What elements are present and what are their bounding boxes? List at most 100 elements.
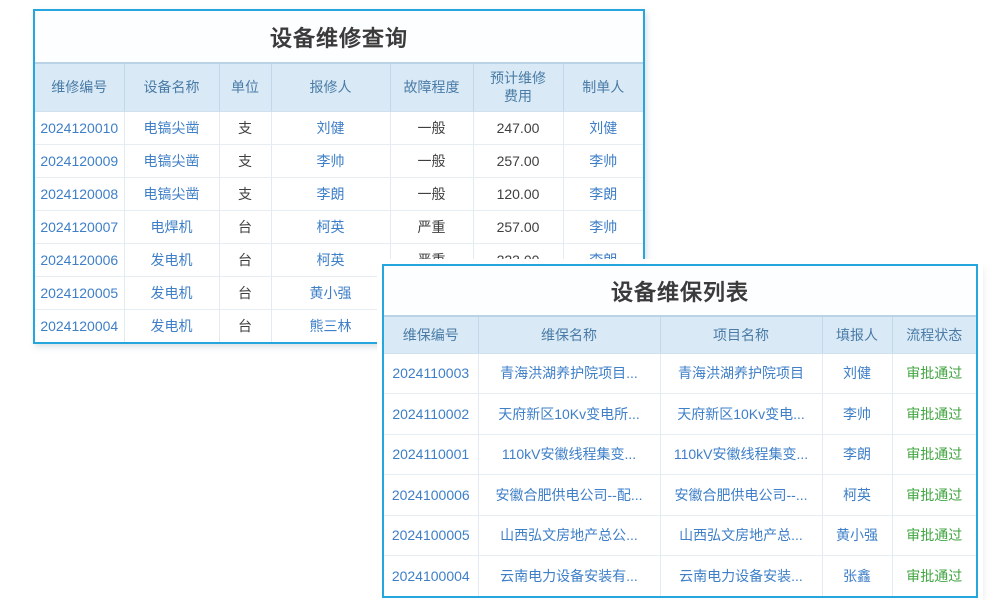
- project-name-link[interactable]: 云南电力设备安装...: [660, 556, 822, 597]
- repair-id-link[interactable]: 2024120010: [35, 111, 124, 144]
- fault-level-cell: 一般: [390, 177, 473, 210]
- repair-id-link[interactable]: 2024120007: [35, 210, 124, 243]
- flow-status-badge[interactable]: 审批通过: [892, 515, 976, 556]
- unit-cell: 台: [219, 243, 271, 276]
- flow-status-badge[interactable]: 审批通过: [892, 394, 976, 435]
- equipment-name-link[interactable]: 电镐尖凿: [124, 144, 219, 177]
- unit-cell: 台: [219, 309, 271, 342]
- project-name-link[interactable]: 山西弘文房地产总...: [660, 515, 822, 556]
- project-name-link[interactable]: 安徽合肥供电公司--...: [660, 475, 822, 516]
- estimated-cost-cell: 120.00: [473, 177, 563, 210]
- flow-status-badge[interactable]: 审批通过: [892, 556, 976, 597]
- equipment-name-link[interactable]: 电镐尖凿: [124, 177, 219, 210]
- equipment-name-link[interactable]: 发电机: [124, 309, 219, 342]
- maintenance-header-row: 维保编号 维保名称 项目名称 填报人 流程状态: [384, 316, 976, 353]
- col-header-filler: 填报人: [822, 316, 892, 353]
- col-header-unit: 单位: [219, 63, 271, 111]
- maintenance-row: 2024100006 安徽合肥供电公司--配... 安徽合肥供电公司--... …: [384, 475, 976, 516]
- repair-table-header: 维修编号 设备名称 单位 报修人 故障程度 预计维修 费用 制单人: [35, 63, 643, 111]
- col-header-fault-level: 故障程度: [390, 63, 473, 111]
- order-creator-link[interactable]: 李朗: [563, 177, 643, 210]
- equipment-name-link[interactable]: 电焊机: [124, 210, 219, 243]
- col-header-order-creator: 制单人: [563, 63, 643, 111]
- unit-cell: 支: [219, 177, 271, 210]
- maintenance-name-link[interactable]: 110kV安徽线程集变...: [478, 434, 660, 475]
- repair-header-row: 维修编号 设备名称 单位 报修人 故障程度 预计维修 费用 制单人: [35, 63, 643, 111]
- reporter-link[interactable]: 柯英: [271, 243, 390, 276]
- col-header-repair-id: 维修编号: [35, 63, 124, 111]
- unit-cell: 台: [219, 276, 271, 309]
- unit-cell: 支: [219, 111, 271, 144]
- maintenance-name-link[interactable]: 山西弘文房地产总公...: [478, 515, 660, 556]
- col-header-maintenance-id: 维保编号: [384, 316, 478, 353]
- maintenance-id-link[interactable]: 2024100004: [384, 556, 478, 597]
- order-creator-link[interactable]: 刘健: [563, 111, 643, 144]
- order-creator-link[interactable]: 李帅: [563, 210, 643, 243]
- equipment-name-link[interactable]: 电镐尖凿: [124, 111, 219, 144]
- estimated-cost-cell: 247.00: [473, 111, 563, 144]
- repair-id-link[interactable]: 2024120005: [35, 276, 124, 309]
- repair-row: 2024120007 电焊机 台 柯英 严重 257.00 李帅: [35, 210, 643, 243]
- col-header-maintenance-name: 维保名称: [478, 316, 660, 353]
- maintenance-id-link[interactable]: 2024100005: [384, 515, 478, 556]
- reporter-link[interactable]: 刘健: [271, 111, 390, 144]
- estimated-cost-cell: 257.00: [473, 144, 563, 177]
- flow-status-badge[interactable]: 审批通过: [892, 475, 976, 516]
- col-header-equipment-name: 设备名称: [124, 63, 219, 111]
- project-name-link[interactable]: 青海洪湖养护院项目: [660, 353, 822, 394]
- estimated-cost-cell: 257.00: [473, 210, 563, 243]
- col-header-reporter: 报修人: [271, 63, 390, 111]
- order-creator-link[interactable]: 李帅: [563, 144, 643, 177]
- filler-link[interactable]: 李朗: [822, 434, 892, 475]
- equipment-name-link[interactable]: 发电机: [124, 243, 219, 276]
- unit-cell: 台: [219, 210, 271, 243]
- maintenance-panel-title: 设备维保列表: [384, 266, 976, 315]
- maintenance-name-link[interactable]: 云南电力设备安装有...: [478, 556, 660, 597]
- filler-link[interactable]: 黄小强: [822, 515, 892, 556]
- maintenance-row: 2024100004 云南电力设备安装有... 云南电力设备安装... 张鑫 审…: [384, 556, 976, 597]
- maintenance-table: 维保编号 维保名称 项目名称 填报人 流程状态 2024110003 青海洪湖养…: [384, 315, 976, 596]
- reporter-link[interactable]: 李帅: [271, 144, 390, 177]
- fault-level-cell: 严重: [390, 210, 473, 243]
- repair-row: 2024120010 电镐尖凿 支 刘健 一般 247.00 刘健: [35, 111, 643, 144]
- equipment-name-link[interactable]: 发电机: [124, 276, 219, 309]
- reporter-link[interactable]: 熊三林: [271, 309, 390, 342]
- repair-id-link[interactable]: 2024120009: [35, 144, 124, 177]
- reporter-link[interactable]: 李朗: [271, 177, 390, 210]
- maintenance-id-link[interactable]: 2024100006: [384, 475, 478, 516]
- page: 设备维修查询 维修编号 设备名称 单位 报修人 故障程度 预计维修 费用 制单人: [0, 0, 1000, 600]
- maintenance-list-panel: 设备维保列表 维保编号 维保名称 项目名称 填报人 流程状态 202411000…: [382, 264, 978, 598]
- maintenance-name-link[interactable]: 安徽合肥供电公司--配...: [478, 475, 660, 516]
- maintenance-name-link[interactable]: 天府新区10Kv变电所...: [478, 394, 660, 435]
- maintenance-id-link[interactable]: 2024110002: [384, 394, 478, 435]
- repair-id-link[interactable]: 2024120004: [35, 309, 124, 342]
- fault-level-cell: 一般: [390, 111, 473, 144]
- fault-level-cell: 一般: [390, 144, 473, 177]
- repair-row: 2024120008 电镐尖凿 支 李朗 一般 120.00 李朗: [35, 177, 643, 210]
- filler-link[interactable]: 李帅: [822, 394, 892, 435]
- col-header-estimated-cost: 预计维修 费用: [473, 63, 563, 111]
- maintenance-table-header: 维保编号 维保名称 项目名称 填报人 流程状态: [384, 316, 976, 353]
- maintenance-id-link[interactable]: 2024110001: [384, 434, 478, 475]
- repair-id-link[interactable]: 2024120006: [35, 243, 124, 276]
- repair-row: 2024120009 电镐尖凿 支 李帅 一般 257.00 李帅: [35, 144, 643, 177]
- filler-link[interactable]: 柯英: [822, 475, 892, 516]
- col-header-flow-status: 流程状态: [892, 316, 976, 353]
- filler-link[interactable]: 张鑫: [822, 556, 892, 597]
- filler-link[interactable]: 刘健: [822, 353, 892, 394]
- project-name-link[interactable]: 天府新区10Kv变电...: [660, 394, 822, 435]
- repair-panel-title: 设备维修查询: [35, 11, 643, 62]
- col-header-project-name: 项目名称: [660, 316, 822, 353]
- maintenance-row: 2024110002 天府新区10Kv变电所... 天府新区10Kv变电... …: [384, 394, 976, 435]
- maintenance-name-link[interactable]: 青海洪湖养护院项目...: [478, 353, 660, 394]
- project-name-link[interactable]: 110kV安徽线程集变...: [660, 434, 822, 475]
- maintenance-table-body: 2024110003 青海洪湖养护院项目... 青海洪湖养护院项目 刘健 审批通…: [384, 353, 976, 596]
- flow-status-badge[interactable]: 审批通过: [892, 353, 976, 394]
- maintenance-id-link[interactable]: 2024110003: [384, 353, 478, 394]
- reporter-link[interactable]: 柯英: [271, 210, 390, 243]
- maintenance-row: 2024110003 青海洪湖养护院项目... 青海洪湖养护院项目 刘健 审批通…: [384, 353, 976, 394]
- reporter-link[interactable]: 黄小强: [271, 276, 390, 309]
- repair-id-link[interactable]: 2024120008: [35, 177, 124, 210]
- flow-status-badge[interactable]: 审批通过: [892, 434, 976, 475]
- unit-cell: 支: [219, 144, 271, 177]
